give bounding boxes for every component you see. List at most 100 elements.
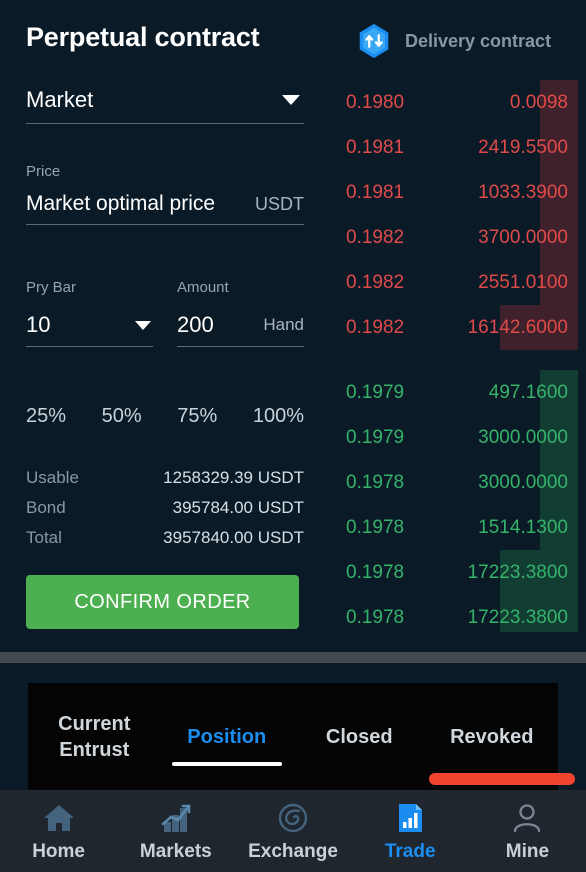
orderbook-row-bid[interactable]: 0.1978 17223.3800 bbox=[330, 550, 586, 595]
balance-value: 1258329.39 USDT bbox=[163, 468, 304, 487]
nav-label: Trade bbox=[384, 840, 436, 862]
swirl-icon bbox=[278, 803, 308, 832]
nav-item-trade[interactable]: Trade bbox=[352, 800, 469, 863]
bid-amount: 17223.3800 bbox=[467, 561, 568, 583]
orderbook: 0.1980 0.0098 0.1981 2419.5500 0.1981 10… bbox=[330, 0, 586, 652]
report-chart-icon bbox=[399, 803, 423, 832]
section-divider bbox=[0, 652, 586, 663]
bid-price: 0.1978 bbox=[346, 516, 405, 538]
ask-amount: 16142.6000 bbox=[467, 316, 568, 338]
ask-price: 0.1982 bbox=[346, 271, 405, 293]
balance-row-usable: Usable 1258329.39 USDT bbox=[26, 468, 304, 488]
leverage-label: Pry Bar bbox=[26, 279, 77, 296]
balance-value: 3957840.00 USDT bbox=[163, 528, 304, 547]
orderbook-row-ask[interactable]: 0.1982 3700.0000 bbox=[330, 215, 586, 260]
ask-price: 0.1981 bbox=[346, 181, 405, 203]
bid-price: 0.1979 bbox=[346, 381, 405, 403]
balance-row-total: Total 3957840.00 USDT bbox=[26, 528, 304, 548]
orderbook-row-bid[interactable]: 0.1978 3000.0000 bbox=[330, 460, 586, 505]
orderbook-row-bid[interactable]: 0.1979 497.1600 bbox=[330, 370, 586, 415]
nav-label: Mine bbox=[505, 840, 550, 862]
balance-label: Bond bbox=[26, 498, 66, 517]
order-type-select[interactable]: Market bbox=[26, 87, 304, 124]
price-label: Price bbox=[26, 163, 61, 180]
chevron-down-icon bbox=[135, 320, 151, 330]
price-unit: USDT bbox=[255, 194, 304, 214]
leverage-select[interactable]: Pry Bar 10 bbox=[26, 279, 153, 347]
bid-amount: 3000.0000 bbox=[478, 471, 568, 493]
nav-label: Markets bbox=[139, 840, 212, 862]
top-area: Perpetual contract Market Price Market o… bbox=[0, 0, 586, 652]
bid-amount: 497.1600 bbox=[488, 381, 568, 403]
tab-label: Closed bbox=[325, 725, 393, 748]
order-form-panel: Perpetual contract Market Price Market o… bbox=[0, 0, 330, 652]
tab-current-entrust[interactable]: Current Entrust bbox=[28, 711, 161, 763]
price-input[interactable]: Market optimal price bbox=[26, 192, 215, 216]
nav-item-markets[interactable]: Markets bbox=[117, 800, 234, 863]
balance-row-bond: Bond 395784.00 USDT bbox=[26, 498, 304, 518]
field-underline bbox=[177, 346, 304, 347]
nav-item-home[interactable]: Home bbox=[0, 800, 117, 863]
orderbook-row-ask[interactable]: 0.1980 0.0098 bbox=[330, 80, 586, 125]
nav-label: Exchange bbox=[248, 840, 338, 862]
orderbook-row-bid[interactable]: 0.1978 1514.1300 bbox=[330, 505, 586, 550]
bid-price: 0.1978 bbox=[346, 471, 405, 493]
nav-label: Home bbox=[32, 840, 85, 862]
ask-amount: 0.0098 bbox=[509, 91, 568, 113]
bid-amount: 3000.0000 bbox=[478, 426, 568, 448]
tab-closed[interactable]: Closed bbox=[293, 724, 426, 750]
bottom-navigation: Home Markets Exchange Trade Mine bbox=[0, 790, 586, 872]
amount-field[interactable]: Amount 200 Hand bbox=[177, 279, 304, 347]
page-title: Perpetual contract bbox=[26, 22, 260, 52]
bid-price: 0.1979 bbox=[346, 426, 405, 448]
home-icon bbox=[43, 804, 74, 831]
orderbook-panel: Delivery contract 0.1980 0.0098 0.1981 2… bbox=[330, 0, 586, 652]
orderbook-row-ask[interactable]: 0.1982 16142.6000 bbox=[330, 305, 586, 350]
ask-amount: 2551.0100 bbox=[478, 271, 568, 293]
ask-price: 0.1982 bbox=[346, 316, 405, 338]
tab-position[interactable]: Position bbox=[161, 724, 294, 766]
tab-label: Current Entrust bbox=[58, 712, 131, 761]
field-underline bbox=[26, 123, 304, 124]
tab-label: Position bbox=[187, 725, 267, 748]
percent-button-75[interactable]: 75% bbox=[177, 405, 217, 428]
orderbook-row-ask[interactable]: 0.1982 2551.0100 bbox=[330, 260, 586, 305]
ask-amount: 3700.0000 bbox=[478, 226, 568, 248]
trading-screen: Perpetual contract Market Price Market o… bbox=[0, 0, 586, 872]
orderbook-row-bid[interactable]: 0.1978 17223.3800 bbox=[330, 595, 586, 640]
balance-label: Total bbox=[26, 528, 62, 547]
orderbook-row-ask[interactable]: 0.1981 2419.5500 bbox=[330, 125, 586, 170]
chart-bars-icon bbox=[161, 804, 191, 832]
ask-price: 0.1980 bbox=[346, 91, 405, 113]
ask-amount: 1033.3900 bbox=[478, 181, 568, 203]
nav-item-mine[interactable]: Mine bbox=[469, 800, 586, 863]
percent-button-25[interactable]: 25% bbox=[26, 405, 66, 428]
bid-price: 0.1978 bbox=[346, 606, 405, 628]
tab-label: Revoked bbox=[450, 725, 534, 748]
price-field[interactable]: Price Market optimal price USDT bbox=[26, 163, 304, 225]
leverage-value: 10 bbox=[26, 312, 51, 337]
percent-button-50[interactable]: 50% bbox=[102, 405, 142, 428]
order-type-value: Market bbox=[26, 87, 94, 112]
amount-unit: Hand bbox=[263, 315, 304, 334]
chevron-down-icon bbox=[282, 95, 300, 105]
orderbook-asks: 0.1980 0.0098 0.1981 2419.5500 0.1981 10… bbox=[330, 80, 586, 350]
leverage-amount-row: Pry Bar 10 Amount 200 Hand bbox=[26, 279, 304, 347]
person-icon bbox=[514, 803, 541, 832]
orderbook-row-ask[interactable]: 0.1981 1033.3900 bbox=[330, 170, 586, 215]
balance-value: 395784.00 USDT bbox=[172, 498, 304, 517]
amount-input[interactable]: 200 bbox=[177, 312, 214, 338]
tab-revoked[interactable]: Revoked bbox=[426, 724, 559, 750]
orderbook-row-bid[interactable]: 0.1979 3000.0000 bbox=[330, 415, 586, 460]
bid-amount: 1514.1300 bbox=[478, 516, 568, 538]
balance-summary: Usable 1258329.39 USDT Bond 395784.00 US… bbox=[26, 468, 304, 558]
amount-label: Amount bbox=[177, 279, 229, 296]
nav-item-exchange[interactable]: Exchange bbox=[234, 800, 351, 863]
confirm-order-button[interactable]: CONFIRM ORDER bbox=[26, 575, 299, 629]
field-underline bbox=[26, 224, 304, 225]
field-underline bbox=[26, 346, 153, 347]
ask-price: 0.1981 bbox=[346, 136, 405, 158]
order-tabs-section: Current Entrust Position Closed Revoked bbox=[0, 663, 586, 790]
percent-button-100[interactable]: 100% bbox=[253, 405, 304, 428]
bid-amount: 17223.3800 bbox=[467, 606, 568, 628]
